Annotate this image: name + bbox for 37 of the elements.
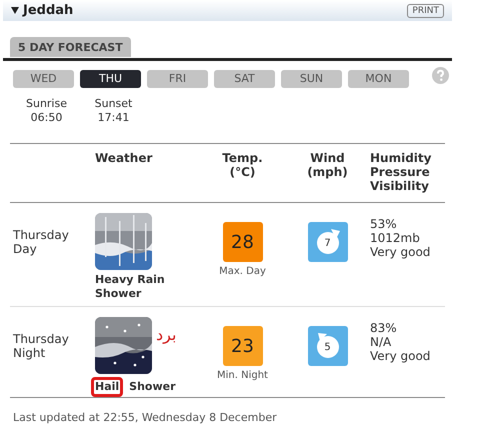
column-header: Humidity Pressure Visibility [370,151,432,193]
humidity-value: 83% [370,321,398,335]
print-button[interactable]: PRINT [407,4,444,18]
temperature-label: Max. Day [219,265,266,279]
sun-time: 06:50 [30,111,62,125]
day-tab[interactable]: SAT [214,70,275,88]
last-updated-text: Last updated at 22:55, Wednesday 8 December [12,410,277,426]
temperature-badge: 23 [222,326,262,366]
visibility-value: Very good [370,245,430,259]
sun-label: Sunset [94,97,132,111]
column-header: Temp. (°C) [222,151,263,179]
sun-label: Sunrise [26,97,67,111]
day-tab[interactable]: WED [13,70,74,88]
sun-time: 17:41 [98,111,130,125]
day-tab[interactable]: SUN [281,70,342,88]
weather-caption-word: Shower [128,379,177,395]
section-tab[interactable]: 5 DAY FORECAST [10,37,131,57]
weather-caption-word: Hail [91,377,124,397]
column-header: Wind (mph) [307,151,348,179]
humidity-value: 53% [370,217,398,231]
wind-speed: 5 [324,341,331,355]
annotation-note: برد [156,324,176,346]
day-tab[interactable]: MON [348,70,409,88]
collapse-icon[interactable] [11,7,19,14]
pressure-value: 1012mb [370,231,421,245]
location-title: Jeddah [23,2,74,20]
wind-speed: 7 [324,237,331,251]
weather-caption: Heavy Rain Shower [95,273,165,301]
temperature-badge: 28 [222,222,262,262]
column-header: Weather [95,151,152,165]
day-tab[interactable]: THU [80,70,141,88]
pressure-value: N/A [370,335,392,349]
visibility-value: Very good [370,349,430,363]
temperature-label: Min. Night [217,369,268,383]
period-label: Thursday Night [12,332,69,360]
day-tab[interactable]: FRI [147,70,208,88]
period-label: Thursday Day [12,228,69,256]
